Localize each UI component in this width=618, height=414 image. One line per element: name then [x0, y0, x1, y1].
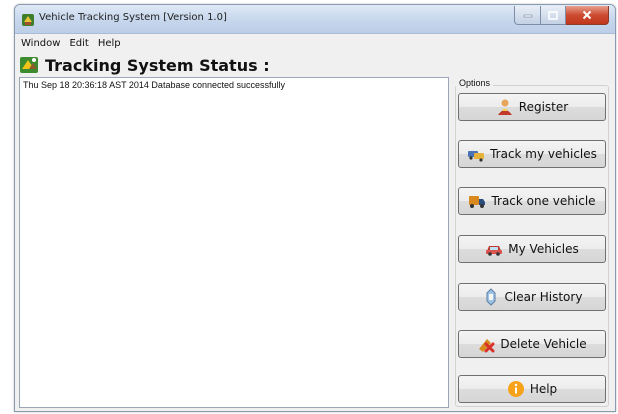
- menu-window[interactable]: Window: [21, 38, 60, 49]
- maximize-icon: [548, 10, 558, 20]
- register-button[interactable]: Register: [458, 93, 606, 121]
- my-vehicles-button[interactable]: My Vehicles: [458, 235, 606, 263]
- clear-history-button[interactable]: Clear History: [458, 283, 606, 311]
- menu-bar: Window Edit Help: [15, 34, 615, 52]
- app-icon: [21, 12, 35, 26]
- clear-history-label: Clear History: [504, 290, 583, 304]
- menu-help[interactable]: Help: [98, 38, 121, 49]
- status-header: Tracking System Status :: [19, 53, 270, 77]
- close-icon: [582, 10, 592, 20]
- delete-vehicle-button[interactable]: Delete Vehicle: [458, 330, 606, 358]
- log-line: Thu Sep 18 20:36:18 AST 2014 Database co…: [23, 80, 286, 90]
- title-bar[interactable]: Vehicle Tracking System [Version 1.0]: [15, 5, 615, 34]
- help-label: Help: [529, 382, 558, 396]
- delete-vehicle-label: Delete Vehicle: [500, 337, 587, 351]
- window-controls: [514, 6, 609, 26]
- menu-edit[interactable]: Edit: [69, 38, 88, 49]
- my-vehicles-label: My Vehicles: [508, 242, 579, 256]
- maximize-button[interactable]: [541, 6, 566, 25]
- person-icon: [496, 98, 514, 116]
- help-button[interactable]: Help: [458, 375, 606, 403]
- tracking-icon: [19, 55, 39, 75]
- track-one-vehicle-button[interactable]: Track one vehicle: [458, 187, 606, 215]
- window-title: Vehicle Tracking System [Version 1.0]: [39, 12, 227, 23]
- vehicles-icon: [467, 145, 485, 163]
- page-title: Tracking System Status :: [45, 55, 270, 75]
- car-icon: [485, 240, 503, 258]
- track-my-vehicles-label: Track my vehicles: [490, 147, 597, 161]
- minimize-button[interactable]: [514, 6, 541, 25]
- minimize-icon: [523, 14, 532, 18]
- eraser-icon: [482, 288, 500, 306]
- close-button[interactable]: [566, 6, 609, 25]
- track-my-vehicles-button[interactable]: Track my vehicles: [458, 140, 606, 168]
- status-log[interactable]: Thu Sep 18 20:36:18 AST 2014 Database co…: [19, 77, 449, 408]
- info-icon: [507, 380, 525, 398]
- track-one-vehicle-label: Track one vehicle: [491, 194, 596, 208]
- register-label: Register: [518, 100, 569, 114]
- delete-icon: [477, 335, 495, 353]
- app-window: Vehicle Tracking System [Version 1.0] Wi…: [14, 4, 616, 412]
- options-legend: Options: [456, 78, 494, 88]
- truck-icon: [468, 192, 486, 210]
